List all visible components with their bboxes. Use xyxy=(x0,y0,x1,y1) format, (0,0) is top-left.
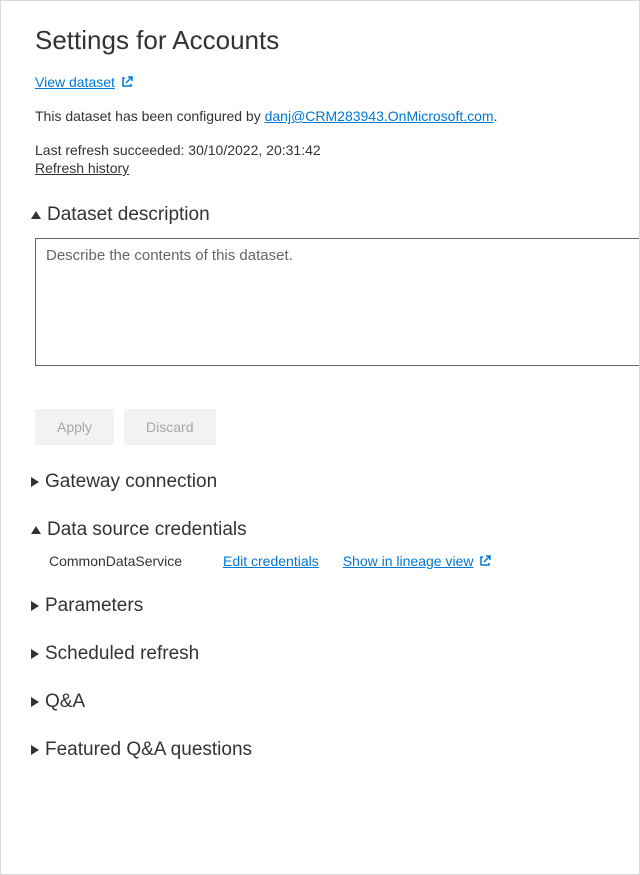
section-label: Q&A xyxy=(45,691,85,713)
caret-right-icon xyxy=(31,745,39,755)
section-label: Parameters xyxy=(45,595,143,617)
section-label: Dataset description xyxy=(47,204,210,226)
caret-right-icon xyxy=(31,649,39,659)
external-link-icon xyxy=(121,76,133,88)
discard-button[interactable]: Discard xyxy=(124,409,215,445)
section-scheduled-refresh[interactable]: Scheduled refresh xyxy=(31,643,639,665)
lineage-label: Show in lineage view xyxy=(343,553,474,569)
caret-up-icon xyxy=(31,526,41,534)
refresh-history-link[interactable]: Refresh history xyxy=(35,160,129,176)
section-label: Featured Q&A questions xyxy=(45,739,252,761)
description-buttons: Apply Discard xyxy=(35,409,639,445)
section-label: Scheduled refresh xyxy=(45,643,199,665)
section-parameters[interactable]: Parameters xyxy=(31,595,639,617)
section-qa[interactable]: Q&A xyxy=(31,691,639,713)
configured-prefix: This dataset has been configured by xyxy=(35,108,265,124)
section-gateway-connection[interactable]: Gateway connection xyxy=(31,471,639,493)
dataset-description-textarea[interactable] xyxy=(35,238,640,366)
show-lineage-link[interactable]: Show in lineage view xyxy=(343,553,492,569)
section-data-source-credentials[interactable]: Data source credentials xyxy=(31,519,639,541)
section-label: Data source credentials xyxy=(47,519,247,541)
caret-up-icon xyxy=(31,211,41,219)
section-label: Gateway connection xyxy=(45,471,217,493)
section-dataset-description[interactable]: Dataset description xyxy=(31,204,639,226)
section-featured-qa[interactable]: Featured Q&A questions xyxy=(31,739,639,761)
view-dataset-label: View dataset xyxy=(35,74,115,90)
credentials-row: CommonDataService Edit credentials Show … xyxy=(49,553,639,569)
configured-email-link[interactable]: danj@CRM283943.OnMicrosoft.com xyxy=(265,108,494,124)
edit-credentials-link[interactable]: Edit credentials xyxy=(223,553,319,569)
view-dataset-link[interactable]: View dataset xyxy=(35,74,133,90)
external-link-icon xyxy=(479,555,491,567)
dataset-settings-page: Settings for Accounts View dataset This … xyxy=(0,0,640,875)
page-title: Settings for Accounts xyxy=(35,25,639,56)
caret-right-icon xyxy=(31,477,39,487)
last-refresh-text: Last refresh succeeded: 30/10/2022, 20:3… xyxy=(35,142,639,158)
caret-right-icon xyxy=(31,697,39,707)
data-source-name: CommonDataService xyxy=(49,553,199,569)
caret-right-icon xyxy=(31,601,39,611)
apply-button[interactable]: Apply xyxy=(35,409,114,445)
configured-by-line: This dataset has been configured by danj… xyxy=(35,108,639,124)
configured-suffix: . xyxy=(494,108,498,124)
